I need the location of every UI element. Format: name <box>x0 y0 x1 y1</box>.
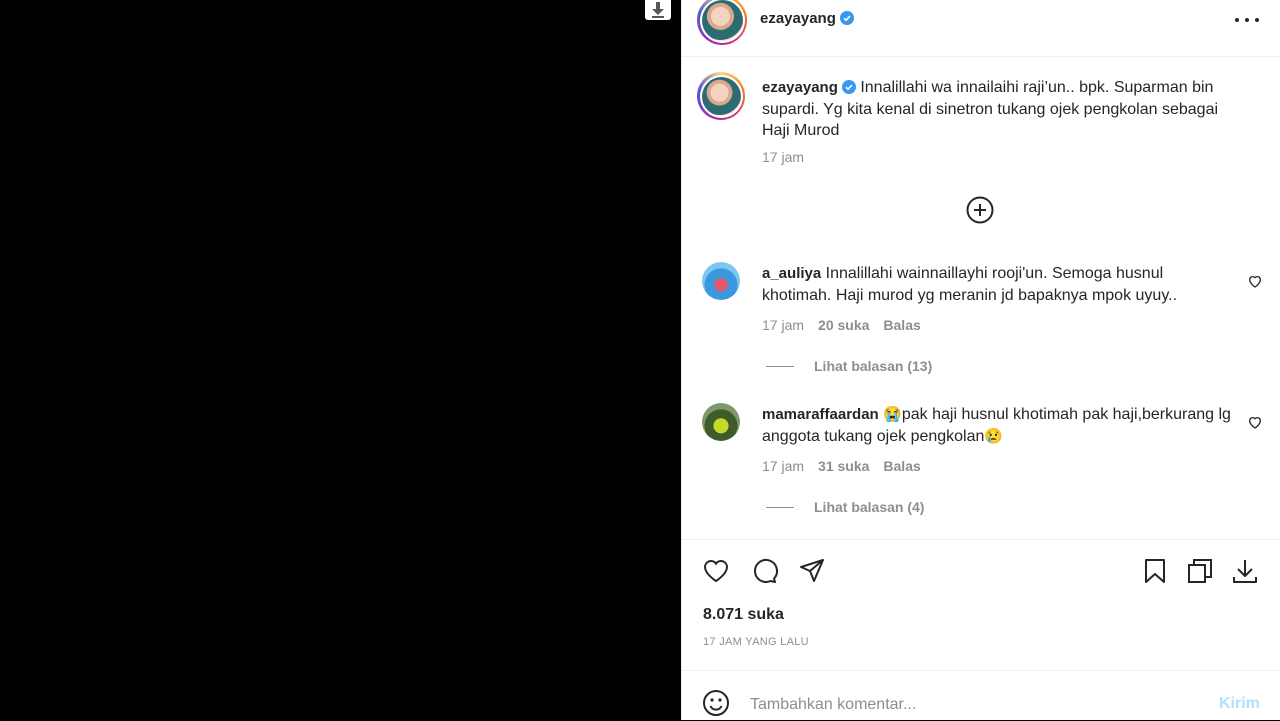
like-comment-heart-icon[interactable] <box>1247 273 1263 289</box>
comment-body: Innalillahi wainnaillayhi rooji'un. Semo… <box>762 265 1178 304</box>
replies-divider <box>766 506 794 508</box>
share-icon[interactable] <box>798 557 826 585</box>
comment-meta: 17 jam 20 suka Balas <box>762 317 935 333</box>
post-actions: 8.071 suka 17 JAM YANG LALU <box>682 539 1280 671</box>
replies-divider <box>766 365 794 367</box>
comment-text: mamaraffaardan 😭pak haji husnul khotimah… <box>762 404 1232 447</box>
reply-button[interactable]: Balas <box>883 317 920 333</box>
more-options-icon[interactable] <box>1235 10 1259 30</box>
comment-input[interactable] <box>750 691 1190 719</box>
reply-button[interactable]: Balas <box>883 458 920 474</box>
comment-likes[interactable]: 20 suka <box>818 317 869 333</box>
copy-icon[interactable] <box>1186 557 1214 585</box>
header-username[interactable]: ezayayang <box>760 10 854 27</box>
caption-meta: 17 jam <box>762 149 804 165</box>
post-timestamp[interactable]: 17 JAM YANG LALU <box>703 636 809 648</box>
caption-time[interactable]: 17 jam <box>762 149 804 165</box>
comment-icon[interactable] <box>750 557 778 585</box>
caption-text: ezayayang Innalillahi wa innailaihi raji… <box>762 77 1232 142</box>
likes-count[interactable]: 8.071 suka <box>703 606 784 624</box>
add-comment-bar: Kirim <box>682 670 1280 721</box>
view-replies-button[interactable]: Lihat balasan (4) <box>766 499 924 515</box>
download-icon[interactable] <box>1231 557 1259 585</box>
post-media[interactable] <box>0 0 681 720</box>
like-comment-heart-icon[interactable] <box>1247 414 1263 430</box>
comment-text: a_auliya Innalillahi wainnaillayhi rooji… <box>762 263 1232 306</box>
verified-badge-icon <box>839 11 854 25</box>
author-avatar[interactable] <box>697 0 747 45</box>
comment-likes[interactable]: 31 suka <box>818 458 869 474</box>
comment-username[interactable]: a_auliya <box>762 265 821 282</box>
crying-emoji: 😭 <box>883 406 902 423</box>
sad-emoji: 😢 <box>984 427 1004 445</box>
comments-section: ezayayang Innalillahi wa innailaihi raji… <box>682 57 1280 539</box>
post-header: ezayayang <box>682 0 1280 57</box>
download-icon[interactable] <box>645 0 671 20</box>
comment-meta: 17 jam 31 suka Balas <box>762 458 935 474</box>
verified-badge-icon <box>841 80 856 94</box>
emoji-icon[interactable] <box>702 689 730 717</box>
heart-icon[interactable] <box>702 557 730 585</box>
avatar[interactable] <box>702 262 740 300</box>
view-replies-button[interactable]: Lihat balasan (13) <box>766 358 932 374</box>
avatar[interactable] <box>702 403 740 441</box>
bookmark-icon[interactable] <box>1141 557 1169 585</box>
caption-avatar[interactable] <box>697 72 745 120</box>
comment-time[interactable]: 17 jam <box>762 458 804 474</box>
post-comment-button[interactable]: Kirim <box>1219 695 1260 713</box>
caption-username[interactable]: ezayayang <box>762 79 838 96</box>
comment-username[interactable]: mamaraffaardan <box>762 406 879 423</box>
post-panel: ezayayang ezayayang Innalillahi wa innai… <box>681 0 1280 720</box>
comment-time[interactable]: 17 jam <box>762 317 804 333</box>
add-circle-icon[interactable] <box>966 196 994 224</box>
